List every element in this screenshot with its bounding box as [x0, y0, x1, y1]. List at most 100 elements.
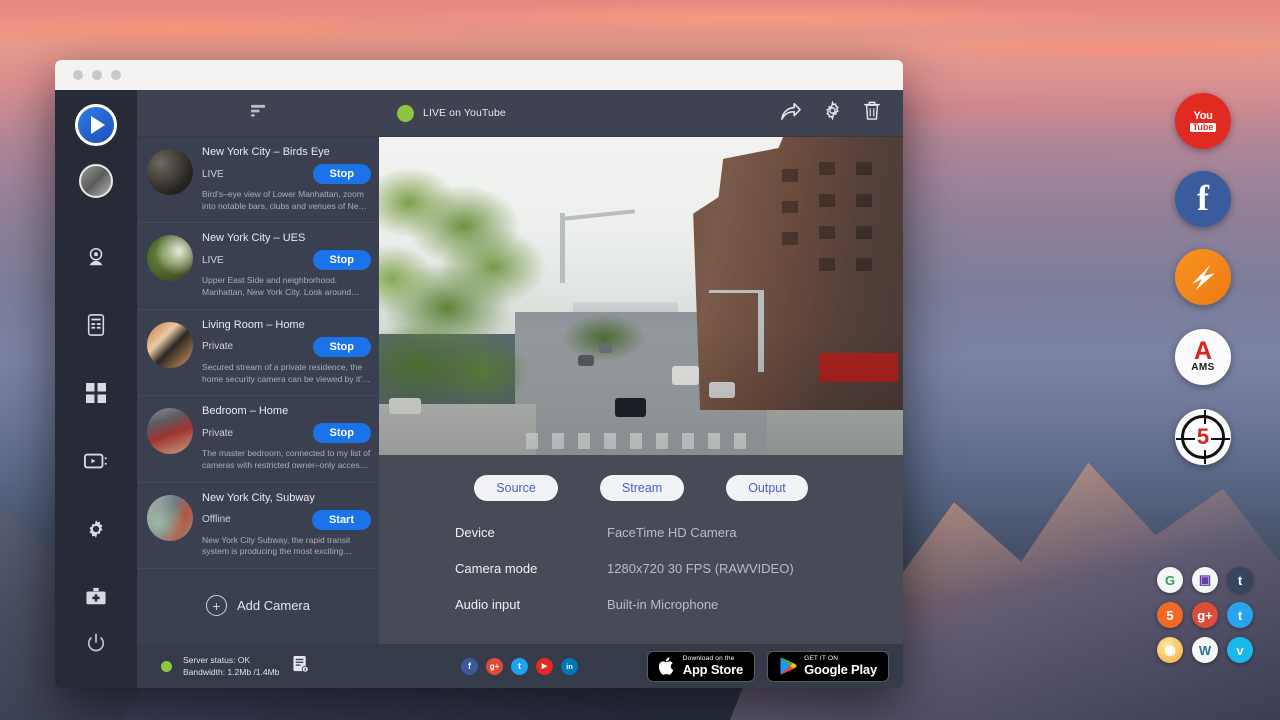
social-googleplus-icon[interactable]: g+: [486, 658, 503, 675]
desktop-mini-icon-tumblr[interactable]: t: [1227, 567, 1253, 593]
app-logo[interactable]: [75, 104, 117, 146]
stage-tabs: Source Stream Output: [379, 455, 903, 501]
camera-thumbnail: [147, 408, 193, 454]
grid-icon: [85, 382, 107, 404]
lightning-bolt-icon: [1184, 258, 1222, 296]
camera-description: New York City Subway, the rapid transit …: [202, 535, 371, 558]
gear-icon[interactable]: [822, 100, 843, 126]
window-maximize-button[interactable]: [111, 70, 121, 80]
googleplus-glyph: g+: [1197, 608, 1213, 623]
social-linkedin-icon[interactable]: in: [561, 658, 578, 675]
live-status-dot: [397, 105, 414, 122]
desktop-mini-icon-groups[interactable]: G: [1157, 567, 1183, 593]
desktop-mini-icon-vimeo[interactable]: v: [1227, 637, 1253, 663]
ams-label: AMS: [1191, 362, 1214, 373]
info-value[interactable]: Built-in Microphone: [607, 597, 718, 612]
desktop-mini-icon-twitch[interactable]: ▣: [1192, 567, 1218, 593]
facebook-f-glyph: f: [1197, 182, 1209, 214]
server-status-text: Server status: OK: [183, 654, 279, 666]
camera-description: Upper East Side and neighborhood. Manhat…: [202, 275, 371, 298]
sidebar-item-mobile[interactable]: [71, 300, 121, 350]
camera-status: Private: [202, 341, 233, 352]
camera-title: Bedroom – Home: [202, 405, 371, 417]
channel5-number: 5: [1195, 424, 1211, 450]
camera-thumbnail: [147, 495, 193, 541]
sidebar-item-settings[interactable]: [71, 504, 121, 554]
appstore-badge[interactable]: Download on the App Store: [647, 651, 755, 682]
camera-list-item[interactable]: Living Room – Home Private Stop Secured …: [137, 310, 379, 396]
mobile-device-icon: [86, 314, 106, 336]
camera-toggle-button[interactable]: Start: [312, 510, 371, 530]
camera-toggle-button[interactable]: Stop: [313, 337, 371, 357]
tab-output[interactable]: Output: [726, 475, 808, 501]
toolbar-actions: [780, 100, 903, 126]
camera-title: Living Room – Home: [202, 319, 371, 331]
info-row: Device FaceTime HD Camera: [455, 525, 903, 540]
youtube-label-bottom: Tube: [1190, 123, 1217, 132]
desktop-icon-facebook[interactable]: f: [1175, 171, 1231, 227]
desktop-mini-icon-googleplus[interactable]: g+: [1192, 602, 1218, 628]
social-twitter-icon[interactable]: t: [511, 658, 528, 675]
camera-description: The master bedroom, connected to my list…: [202, 448, 371, 471]
tumblr-glyph: t: [1238, 573, 1242, 588]
tab-stream[interactable]: Stream: [600, 475, 684, 501]
sort-filter-icon[interactable]: [250, 103, 267, 123]
device-info-panel: Device FaceTime HD Camera Camera mode 12…: [379, 501, 903, 633]
webcam-icon: [85, 246, 107, 268]
info-label: Device: [455, 525, 607, 540]
desktop-mini-icon-twitter[interactable]: t: [1227, 602, 1253, 628]
power-icon: [86, 633, 106, 653]
camera-status: LIVE: [202, 169, 224, 180]
camera-description: Secured stream of a private residence, t…: [202, 362, 371, 385]
camera-toggle-button[interactable]: Stop: [313, 423, 371, 443]
sidebar-item-cameras[interactable]: [71, 232, 121, 282]
youtube-glyph: ▶: [542, 662, 547, 670]
camera-thumbnail: [147, 149, 193, 195]
social-youtube-icon[interactable]: ▶: [536, 658, 553, 675]
camera-list-item[interactable]: New York City – UES LIVE Stop Upper East…: [137, 223, 379, 309]
info-value[interactable]: 1280x720 30 FPS (RAWVIDEO): [607, 561, 794, 576]
window-minimize-button[interactable]: [92, 70, 102, 80]
info-value[interactable]: FaceTime HD Camera: [607, 525, 737, 540]
sidebar-item-dashboard[interactable]: [71, 368, 121, 418]
googleplay-badge[interactable]: GET IT ON Google Play: [767, 651, 889, 682]
twitch-glyph: ▣: [1199, 572, 1211, 588]
camera-status: Private: [202, 428, 233, 439]
desktop-icon-wowza[interactable]: [1175, 249, 1231, 305]
googleplay-label: Google Play: [804, 663, 877, 677]
wordpress-glyph: W: [1199, 643, 1211, 658]
facebook-glyph: f: [468, 661, 471, 671]
main-stage: Source Stream Output Device FaceTime HD …: [379, 137, 903, 644]
camera-thumbnail: [147, 235, 193, 281]
trash-icon[interactable]: [863, 100, 881, 126]
camera-list-item[interactable]: Bedroom – Home Private Stop The master b…: [137, 396, 379, 482]
video-preview[interactable]: [379, 137, 903, 455]
document-log-icon[interactable]: [292, 655, 309, 678]
desktop-mini-icon-wordpress[interactable]: W: [1192, 637, 1218, 663]
add-camera-button[interactable]: + Add Camera: [137, 569, 379, 636]
desktop-mini-icon-ustream[interactable]: 5: [1157, 602, 1183, 628]
add-camera-label: Add Camera: [237, 598, 310, 613]
desktop-icon-channel5[interactable]: 5: [1175, 409, 1231, 465]
camera-list-item[interactable]: New York City – Birds Eye LIVE Stop Bird…: [137, 137, 379, 223]
sidebar-item-avatar[interactable]: [79, 164, 113, 198]
appstore-label: App Store: [683, 663, 743, 677]
sidebar-item-power[interactable]: [71, 618, 121, 668]
sidebar-item-broadcast[interactable]: [71, 436, 121, 486]
info-label: Audio input: [455, 597, 607, 612]
tab-source[interactable]: Source: [474, 475, 558, 501]
desktop-icon-youtube[interactable]: You Tube: [1175, 93, 1231, 149]
camera-list-item[interactable]: New York City, Subway Offline Start New …: [137, 483, 379, 569]
camera-toggle-button[interactable]: Stop: [313, 250, 371, 270]
sidebar-item-support[interactable]: [71, 572, 121, 622]
window-close-button[interactable]: [73, 70, 83, 80]
share-arrow-icon[interactable]: [780, 101, 802, 126]
social-facebook-icon[interactable]: f: [461, 658, 478, 675]
store-badges: Download on the App Store GET IT ON: [647, 651, 903, 682]
window-titlebar[interactable]: [55, 60, 903, 90]
server-status-dot: [161, 661, 172, 672]
desktop-icon-adobe-ams[interactable]: A AMS: [1175, 329, 1231, 385]
camera-toggle-button[interactable]: Stop: [313, 164, 371, 184]
desktop-mini-icon-livestream[interactable]: ◉: [1157, 637, 1183, 663]
info-row: Camera mode 1280x720 30 FPS (RAWVIDEO): [455, 561, 903, 576]
